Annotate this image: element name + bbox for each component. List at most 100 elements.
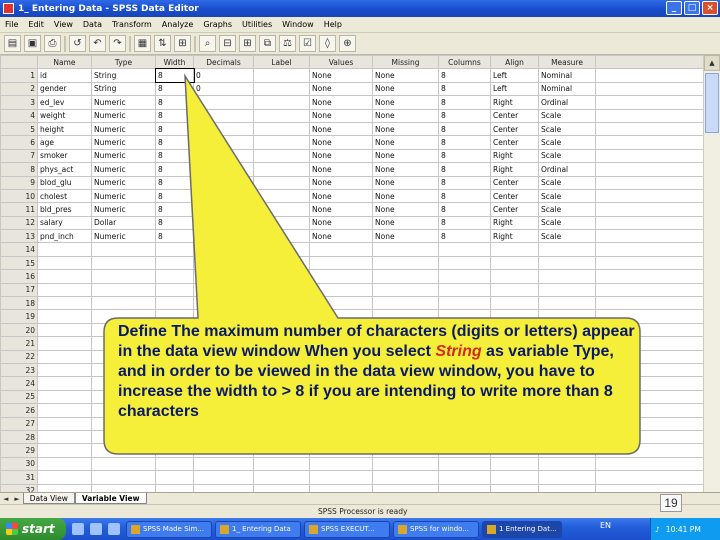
cell-align[interactable]: Center <box>490 108 539 123</box>
cell-missing[interactable]: None <box>372 215 439 231</box>
cell-width[interactable] <box>155 269 194 284</box>
cell-measure[interactable]: Scale <box>538 202 596 217</box>
cell-columns[interactable]: 8 <box>438 95 491 110</box>
cell-type[interactable] <box>91 255 156 271</box>
row-number[interactable]: 9 <box>0 175 38 190</box>
row-number[interactable]: 32 <box>0 483 38 492</box>
cell-name[interactable] <box>37 336 92 351</box>
column-header-align[interactable]: Align <box>490 55 539 70</box>
cell-values[interactable]: None <box>309 162 373 177</box>
cell-align[interactable]: Center <box>490 188 539 204</box>
cell-label[interactable] <box>253 121 310 137</box>
cell-name[interactable]: cholest <box>37 188 92 204</box>
taskbar-item[interactable]: SPSS for windo... <box>393 520 479 538</box>
cell-width[interactable] <box>155 282 194 298</box>
cell-measure[interactable]: Scale <box>538 108 596 123</box>
goto-case-icon[interactable]: ⇅ <box>154 35 171 52</box>
cell-width[interactable]: 8 <box>155 188 194 204</box>
cell-name[interactable] <box>37 255 92 271</box>
cell-missing[interactable] <box>372 296 439 311</box>
cell-measure[interactable] <box>538 296 596 311</box>
cell-label[interactable] <box>253 135 310 150</box>
taskbar-item[interactable]: 1_ Entering Data <box>215 520 301 538</box>
cell-type[interactable]: Dollar <box>91 215 156 231</box>
cell-values[interactable] <box>309 456 373 472</box>
cell-type[interactable]: String <box>91 81 156 97</box>
dialog-recall-icon[interactable]: ↺ <box>69 35 86 52</box>
cell-decimals[interactable] <box>193 296 254 311</box>
menu-data[interactable]: Data <box>78 20 107 29</box>
cell-type[interactable] <box>91 470 156 485</box>
cell-decimals[interactable] <box>193 483 254 492</box>
cell-name[interactable] <box>37 296 92 311</box>
cell-name[interactable]: weight <box>37 108 92 123</box>
cell-decimals[interactable] <box>193 443 254 458</box>
cell-label[interactable] <box>253 282 310 298</box>
cell-align[interactable] <box>490 296 539 311</box>
cell-values[interactable]: None <box>309 148 373 164</box>
menu-file[interactable]: File <box>0 20 23 29</box>
cell-type[interactable] <box>91 429 156 445</box>
cell-width[interactable]: 8 <box>155 175 194 190</box>
cell-label[interactable] <box>253 483 310 492</box>
cell-align[interactable]: Center <box>490 121 539 137</box>
cell-decimals[interactable]: 0 <box>193 175 254 190</box>
cell-decimals[interactable]: 0 <box>193 95 254 110</box>
cell-columns[interactable] <box>438 483 491 492</box>
cell-width[interactable] <box>155 443 194 458</box>
cell-width[interactable]: 8 <box>155 202 194 217</box>
cell-label[interactable] <box>253 269 310 284</box>
cell-align[interactable]: Right <box>490 229 539 244</box>
cell-name[interactable] <box>37 269 92 284</box>
cell-width[interactable] <box>155 255 194 271</box>
cell-columns[interactable] <box>438 242 491 257</box>
row-number[interactable]: 13 <box>0 229 38 244</box>
menu-help[interactable]: Help <box>319 20 347 29</box>
cell-values[interactable]: None <box>309 121 373 137</box>
menu-transform[interactable]: Transform <box>107 20 157 29</box>
cell-name[interactable]: blod_glu <box>37 175 92 190</box>
row-number[interactable]: 21 <box>0 336 38 351</box>
cell-width[interactable] <box>155 429 194 445</box>
cell-name[interactable] <box>37 416 92 431</box>
cell-name[interactable] <box>37 470 92 485</box>
cell-width[interactable]: 8 <box>155 215 194 231</box>
cell-width[interactable]: 8 <box>155 95 194 110</box>
cell-values[interactable] <box>309 269 373 284</box>
cell-values[interactable]: None <box>309 188 373 204</box>
row-number[interactable]: 14 <box>0 242 38 257</box>
cell-name[interactable]: id <box>37 68 92 83</box>
row-number[interactable]: 11 <box>0 202 38 217</box>
open-icon[interactable]: ▤ <box>4 35 21 52</box>
redo-icon[interactable]: ↷ <box>109 35 126 52</box>
cell-decimals[interactable] <box>193 456 254 472</box>
cell-name[interactable] <box>37 309 92 324</box>
cell-values[interactable] <box>309 443 373 458</box>
cell-columns[interactable] <box>438 255 491 271</box>
cell-type[interactable] <box>91 242 156 257</box>
cell-missing[interactable] <box>372 429 439 445</box>
cell-columns[interactable]: 8 <box>438 135 491 150</box>
row-number[interactable]: 27 <box>0 416 38 431</box>
cell-name[interactable] <box>37 483 92 492</box>
cell-measure[interactable]: Scale <box>538 121 596 137</box>
cell-width[interactable] <box>155 242 194 257</box>
cell-missing[interactable]: None <box>372 81 439 97</box>
cell-decimals[interactable]: 0 <box>193 108 254 123</box>
split-file-icon[interactable]: ⧉ <box>259 35 276 52</box>
cell-values[interactable]: None <box>309 81 373 97</box>
cell-type[interactable] <box>91 269 156 284</box>
cell-columns[interactable]: 8 <box>438 121 491 137</box>
cell-columns[interactable] <box>438 429 491 445</box>
cell-measure[interactable]: Ordinal <box>538 162 596 177</box>
row-number[interactable]: 10 <box>0 188 38 204</box>
cell-values[interactable]: None <box>309 175 373 190</box>
cell-measure[interactable]: Scale <box>538 215 596 231</box>
cell-values[interactable] <box>309 242 373 257</box>
cell-columns[interactable]: 8 <box>438 162 491 177</box>
row-number[interactable]: 31 <box>0 470 38 485</box>
column-header-values[interactable]: Values <box>309 55 373 70</box>
cell-missing[interactable]: None <box>372 108 439 123</box>
cell-decimals[interactable]: 0 <box>193 68 254 83</box>
cell-type[interactable]: Numeric <box>91 188 156 204</box>
